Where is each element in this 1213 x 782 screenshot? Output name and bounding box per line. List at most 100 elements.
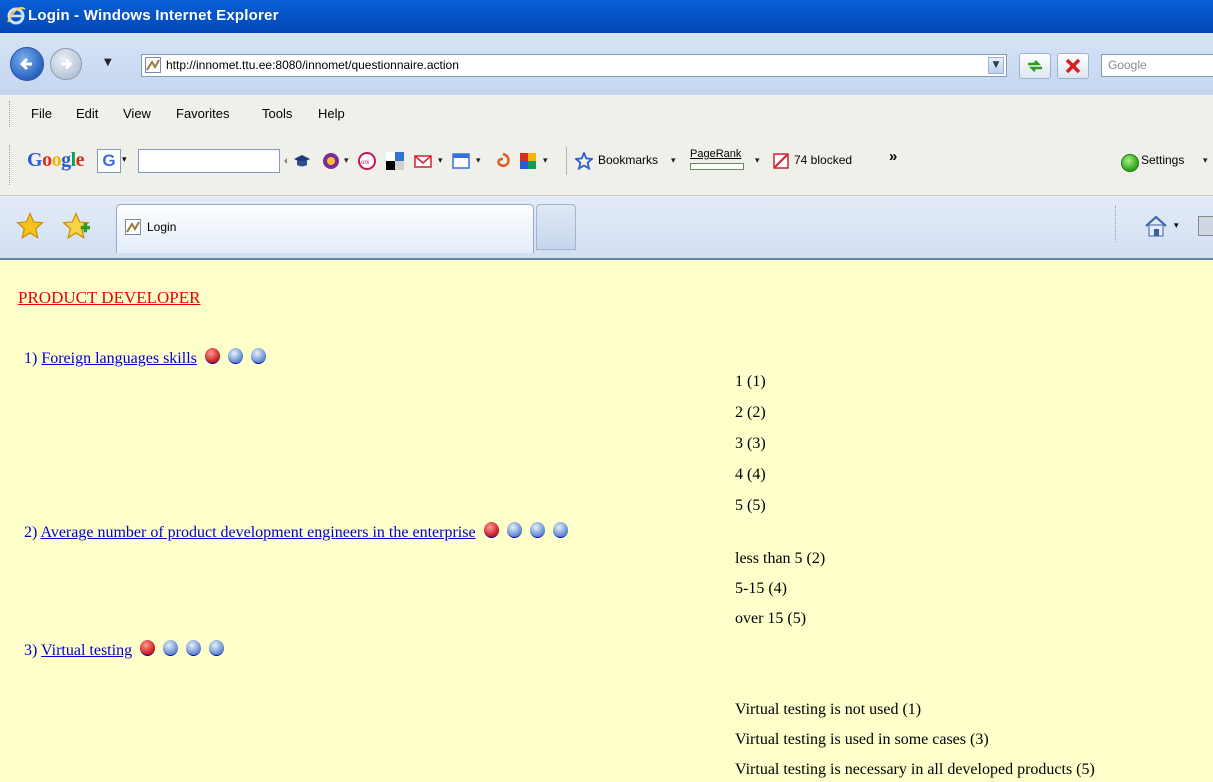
answer-option: 3 (3) [735,435,766,452]
toolbar-overflow-button[interactable]: » [889,148,897,165]
pagerank-label[interactable]: PageRank [690,148,741,160]
page-content: PRODUCT DEVELOPER 1) Foreign languages s… [0,260,1213,782]
move-up-icon[interactable] [163,640,179,656]
answer-option: Virtual testing is used in some cases (3… [735,731,989,748]
settings-button[interactable]: Settings [1141,153,1184,167]
tab-bar: Login ▾ [0,196,1213,260]
address-toolbar: ▼ http://innomet.ttu.ee:8080/innomet/que… [0,33,1213,96]
svg-text:ork: ork [361,160,370,166]
google-toolbar: Google G ▾ ▾ ork ▾ ▾ ▾ Bookmarks ▾ PageR… [0,133,1213,196]
orkut-icon[interactable]: ork [358,152,376,170]
favorites-star-icon[interactable] [16,212,44,240]
forward-button[interactable] [50,48,82,80]
delete-icon[interactable] [204,348,220,364]
pagerank-bar [690,163,744,170]
question-row: 2) Average number of product development… [24,522,568,542]
stop-button[interactable] [1057,53,1089,79]
new-tab-button[interactable] [536,204,576,250]
answer-option: 4 (4) [735,466,766,483]
delicious-icon[interactable] [386,152,404,170]
toolbar-grip [9,145,12,185]
question-number: 1) [24,350,38,367]
answer-option: 2 (2) [735,404,766,421]
address-field[interactable]: http://innomet.ttu.ee:8080/innomet/quest… [141,54,1007,77]
title-bar: Login - Windows Internet Explorer [0,0,1213,33]
refresh-button[interactable] [1019,53,1051,79]
menu-help[interactable]: Help [318,106,345,121]
arrow-right-icon [61,58,73,70]
stop-icon [1065,58,1081,74]
menu-file[interactable]: File [31,106,52,121]
add-favorite-icon[interactable] [62,212,90,240]
toolbar-separator [1115,206,1117,242]
google-search-input[interactable] [138,149,280,173]
toolbar-grip [9,101,12,127]
search-placeholder: Google [1108,58,1147,72]
chevron-down-icon[interactable]: ▾ [476,156,481,166]
answer-option: Virtual testing is necessary in all deve… [735,761,1095,778]
menu-tools[interactable]: Tools [262,106,292,121]
mail-icon[interactable] [414,152,432,170]
blocked-count[interactable]: 74 blocked [794,153,852,167]
move-down-icon[interactable] [227,348,243,364]
arrow-left-icon [19,57,32,71]
home-icon[interactable] [1143,214,1169,238]
history-dropdown-icon[interactable]: ▼ [104,57,112,68]
question-link[interactable]: Virtual testing [41,642,132,659]
gadgets-icon[interactable] [519,152,537,170]
chevron-down-icon[interactable]: ▾ [1203,156,1208,166]
spiral-icon[interactable] [494,152,512,170]
chevron-down-icon[interactable]: ▾ [122,155,127,165]
move-up-icon[interactable] [506,522,522,538]
resize-handle-icon[interactable] [282,152,292,170]
calendar-icon[interactable] [452,152,470,170]
address-dropdown-icon[interactable]: ▼ [988,57,1004,74]
section-title-link[interactable]: PRODUCT DEVELOPER [18,288,200,308]
answer-option: over 15 (5) [735,610,807,627]
print-icon[interactable] [1198,216,1213,236]
menu-view[interactable]: View [123,106,151,121]
star-badge-icon[interactable] [322,152,340,170]
page-favicon-icon [145,57,161,73]
chevron-down-icon[interactable]: ▾ [671,156,676,166]
popup-blocker-icon[interactable] [772,152,790,170]
google-menu-button[interactable]: G [97,149,121,173]
question-number: 3) [24,642,38,659]
edit-icon[interactable] [552,522,568,538]
answer-option: 1 (1) [735,373,766,390]
edit-icon[interactable] [250,348,266,364]
refresh-icon [1028,60,1042,72]
question-number: 2) [24,524,38,541]
back-button[interactable] [10,47,44,81]
window-title: Login - Windows Internet Explorer [28,7,279,24]
url-text: http://innomet.ttu.ee:8080/innomet/quest… [166,58,459,72]
question-row: 1) Foreign languages skills [24,348,266,368]
chevron-down-icon[interactable]: ▾ [1174,221,1179,231]
chevron-down-icon[interactable]: ▾ [438,156,443,166]
delete-icon[interactable] [140,640,156,656]
toolbar-separator [566,147,567,175]
edit-icon[interactable] [209,640,225,656]
question-link[interactable]: Foreign languages skills [41,350,197,367]
answer-option: less than 5 (2) [735,550,826,567]
move-down-icon[interactable] [186,640,202,656]
question-row: 3) Virtual testing [24,640,225,660]
google-logo: Google [27,149,85,171]
graduation-cap-icon[interactable] [293,152,311,170]
question-link[interactable]: Average number of product development en… [40,524,475,541]
internet-explorer-icon [7,7,26,25]
tab-login[interactable]: Login [116,204,534,253]
search-input[interactable]: Google [1101,54,1213,77]
chevron-down-icon[interactable]: ▾ [755,156,760,166]
menu-favorites[interactable]: Favorites [176,106,229,121]
bookmark-star-icon[interactable] [575,152,593,170]
delete-icon[interactable] [483,522,499,538]
answer-option: 5-15 (4) [735,580,787,597]
menu-bar: File Edit View Favorites Tools Help [0,95,1213,133]
chevron-down-icon[interactable]: ▾ [344,156,349,166]
move-down-icon[interactable] [529,522,545,538]
menu-edit[interactable]: Edit [76,106,98,121]
bookmarks-button[interactable]: Bookmarks [598,153,658,167]
settings-status-icon[interactable] [1121,154,1139,172]
chevron-down-icon[interactable]: ▾ [543,156,548,166]
